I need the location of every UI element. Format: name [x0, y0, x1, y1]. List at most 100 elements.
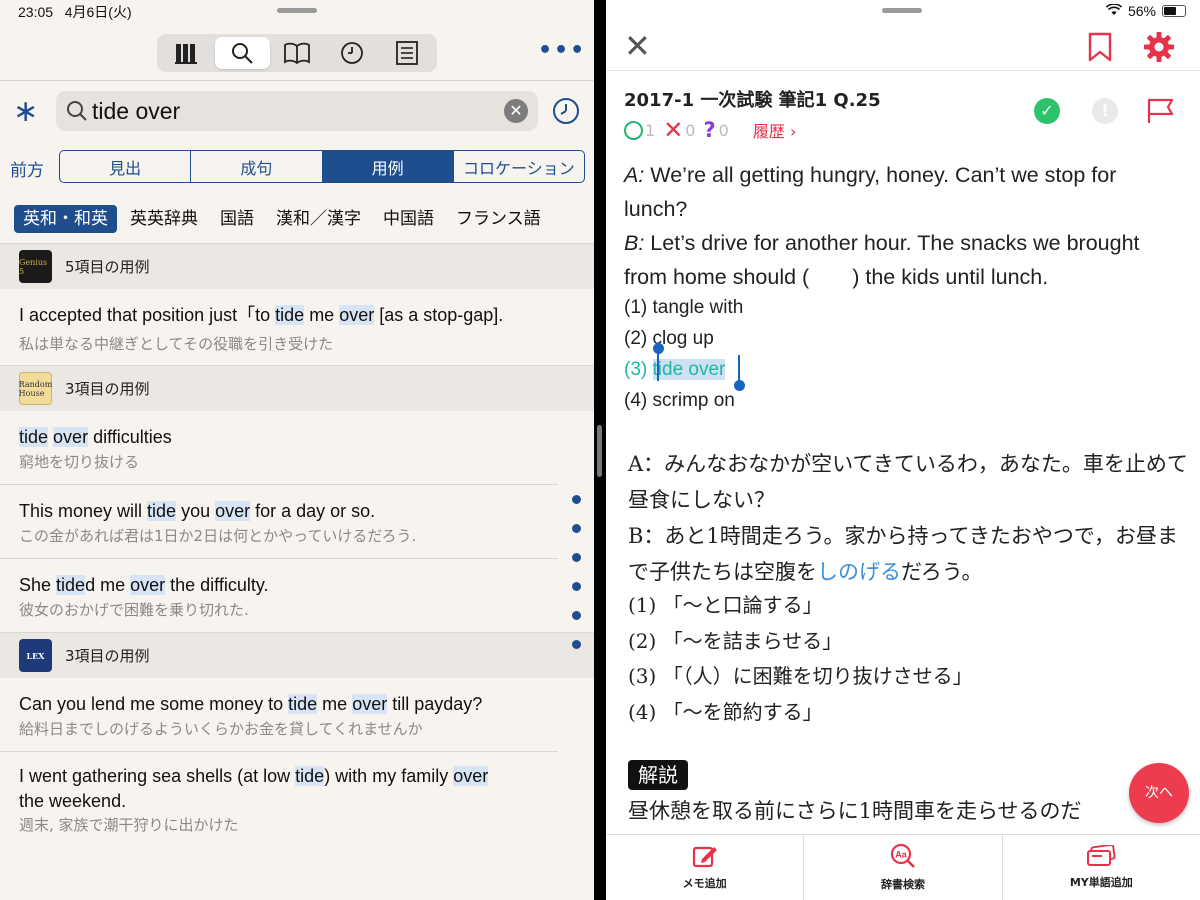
index-dot[interactable] [572, 640, 581, 649]
word-card-icon [1086, 843, 1116, 870]
keyword-highlight: しのげる [817, 560, 901, 584]
lex-dictionary-logo: LEX [19, 639, 52, 672]
status-bar: 56% [1105, 3, 1186, 19]
answer-stats: 1 ✕ 0 ? 0 履歴 › [624, 118, 796, 142]
split-view-divider[interactable] [594, 0, 606, 900]
option-2[interactable]: (2) clog up [624, 323, 743, 354]
history-clock-icon[interactable] [552, 97, 580, 129]
index-dot[interactable] [572, 553, 581, 562]
example-sentence: She tided me over the difficulty. [19, 575, 269, 595]
list-item[interactable]: Can you lend me some money to tide me ov… [0, 678, 558, 752]
index-dot[interactable] [572, 582, 581, 591]
bookmark-icon[interactable] [1088, 32, 1112, 66]
text-selection[interactable]: tide over [652, 359, 726, 380]
history-link[interactable]: 履歴 › [753, 118, 797, 142]
explanation-badge: 解説 [628, 760, 688, 790]
dictionary-tabs: 英和・和英 英英辞典 国語 漢和／漢字 中国語 フランス語 [14, 205, 554, 233]
wrong-x-icon: ✕ [663, 116, 684, 144]
list-item[interactable]: This money will tide you over for a day … [0, 485, 558, 559]
search-icon [66, 100, 88, 126]
memo-icon [692, 844, 718, 871]
search-direction[interactable]: 前方 [10, 156, 44, 181]
section-header: LEX 3項目の用例 [0, 632, 594, 678]
list-item[interactable]: I went gathering sea shells (at low tide… [0, 752, 534, 847]
divider [606, 70, 1200, 71]
mode-headword[interactable]: 見出 [60, 151, 192, 182]
dictionary-search-icon: Aa [890, 843, 916, 872]
tab-french[interactable]: フランス語 [447, 205, 550, 233]
tab-kanwa[interactable]: 漢和／漢字 [267, 205, 370, 233]
mode-phrase[interactable]: 成句 [191, 151, 323, 182]
translation-ja: A：みんなおなかが空いてきているわ，あなた。車を止めて昼食にしない？ B：あと1… [628, 452, 1188, 584]
tab-eiwa-waei[interactable]: 英和・和英 [14, 205, 117, 233]
section-header: Genius 5 5項目の用例 [0, 243, 594, 289]
dictionary-pane: 23:05 4月6日(火) ••• ∗ ✕ 前方 見出 成句 用例 [0, 0, 594, 900]
section-header: Random House 3項目の用例 [0, 365, 594, 411]
explanation-text: 昼休憩を取る前にさらに1時間車を走らせるのだ [628, 799, 1082, 823]
wildcard-icon[interactable]: ∗ [13, 94, 38, 129]
question-title: 2017-1 一次試験 筆記1 Q.25 [624, 90, 881, 111]
status-time: 23:05 4月6日(火) [18, 4, 132, 20]
mode-collocation[interactable]: コロケーション [454, 151, 584, 182]
battery-icon [1162, 5, 1186, 17]
question-dialog-en: A: We’re all getting hungry, honey. Can’… [624, 163, 1140, 289]
more-icon[interactable]: ••• [538, 38, 586, 63]
example-sentence: I went gathering sea shells (at low tide… [19, 766, 489, 811]
example-sentence: Can you lend me some money to tide me ov… [19, 694, 483, 714]
index-dot[interactable] [572, 524, 581, 533]
index-dot[interactable] [572, 611, 581, 620]
tab-kokugo[interactable]: 国語 [211, 205, 263, 233]
search-icon[interactable] [214, 37, 270, 69]
selection-end-caret [738, 355, 740, 382]
list-item[interactable]: I accepted that position just「to tide me… [0, 289, 576, 365]
history-icon[interactable] [324, 37, 379, 69]
split-handle[interactable] [597, 425, 602, 477]
example-sentence: This money will tide you over for a day … [19, 501, 376, 521]
tab-eiei[interactable]: 英英辞典 [121, 205, 207, 233]
bottom-toolbar: メモ追加 Aa 辞書検索 MY単語追加 [606, 834, 1200, 900]
close-icon[interactable]: ✕ [624, 30, 651, 62]
search-mode-segment: 見出 成句 用例 コロケーション [59, 150, 585, 183]
option-4[interactable]: (4) scrimp on [624, 385, 743, 416]
svg-text:Aa: Aa [895, 850, 907, 860]
gear-icon[interactable] [1143, 31, 1175, 67]
dictionary-search-button[interactable]: Aa 辞書検索 [804, 835, 1003, 900]
library-icon[interactable] [160, 37, 215, 69]
divider [0, 80, 594, 81]
mode-example[interactable]: 用例 [322, 151, 454, 182]
genius-dictionary-logo: Genius 5 [19, 250, 52, 283]
clear-icon[interactable]: ✕ [504, 99, 528, 123]
wifi-icon [1105, 3, 1123, 19]
add-memo-button[interactable]: メモ追加 [606, 835, 805, 900]
example-sentence: I accepted that position just「to tide me… [19, 305, 504, 325]
index-dot[interactable] [572, 495, 581, 504]
add-my-word-button[interactable]: MY単語追加 [1003, 835, 1200, 900]
example-sentence: tide over difficulties [19, 427, 172, 447]
search-field[interactable]: ✕ [56, 91, 538, 131]
selection-start-caret [657, 350, 659, 381]
flag-icon[interactable] [1146, 97, 1176, 129]
exclamation-icon[interactable]: ! [1092, 98, 1118, 124]
list-item[interactable]: She tided me over the difficulty. 彼女のおかげ… [0, 559, 558, 632]
selection-end-handle[interactable] [734, 380, 745, 391]
tab-chinese[interactable]: 中国語 [374, 205, 443, 233]
quiz-pane: 56% ✕ 2017-1 一次試験 筆記1 Q.25 1 ✕ 0 ? 0 履歴 › … [606, 0, 1200, 900]
random-house-logo: Random House [19, 372, 52, 405]
correct-circle-icon [624, 120, 643, 140]
example-list: Genius 5 5項目の用例 I accepted that position… [0, 243, 594, 847]
unknown-question-icon: ? [703, 118, 716, 142]
multitask-grabber[interactable] [882, 8, 922, 13]
next-button[interactable]: 次へ [1129, 763, 1189, 823]
list-icon[interactable] [379, 37, 434, 69]
toolbar-segment [157, 34, 437, 72]
check-icon[interactable]: ✓ [1034, 98, 1060, 124]
list-item[interactable]: tide over difficulties 窮地を切り抜ける [0, 411, 558, 485]
battery-percent: 56% [1127, 3, 1156, 19]
book-icon[interactable] [270, 37, 325, 69]
answer-options: (1) tangle with (2) clog up (3) tide ove… [624, 292, 743, 416]
multitask-grabber[interactable] [277, 8, 317, 13]
options-ja: (1) 「〜と口論する」 (2) 「〜を詰まらせる」 (3) 「（人）に困難を切… [628, 593, 973, 724]
option-3-correct[interactable]: (3) tide over [624, 354, 743, 385]
search-input[interactable] [92, 95, 492, 127]
option-1[interactable]: (1) tangle with [624, 292, 743, 323]
